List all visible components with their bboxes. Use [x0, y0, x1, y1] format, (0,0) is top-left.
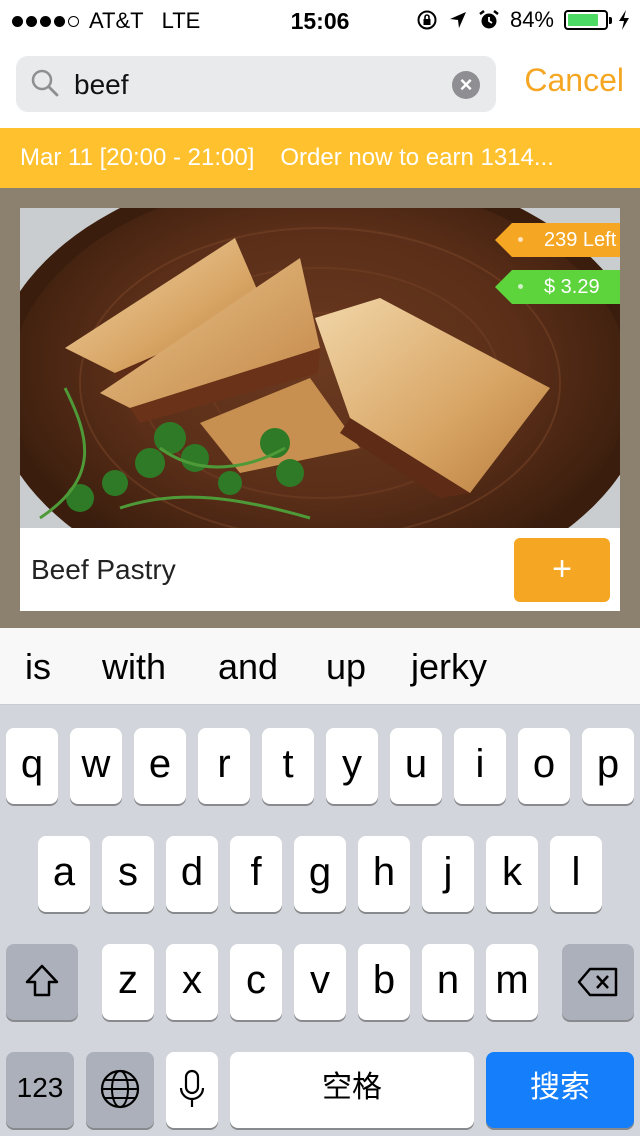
status-bar: AT&T LTE 15:06 84%: [0, 0, 640, 40]
battery-icon: [564, 10, 612, 30]
clear-search-icon[interactable]: ×: [452, 71, 480, 99]
results-area: 239 Left $ 3.29 Beef Pastry +: [0, 188, 640, 628]
key-o[interactable]: o: [518, 728, 570, 804]
product-photo: 239 Left $ 3.29: [20, 208, 620, 528]
search-query-text: beef: [74, 69, 129, 100]
key-y[interactable]: y: [326, 728, 378, 804]
key-k[interactable]: k: [486, 836, 538, 912]
numbers-key[interactable]: 123: [6, 1052, 74, 1128]
suggestion-item[interactable]: up: [326, 646, 366, 688]
key-p[interactable]: p: [582, 728, 634, 804]
key-x[interactable]: x: [166, 944, 218, 1020]
suggestion-item[interactable]: jerky: [411, 646, 487, 688]
key-s[interactable]: s: [102, 836, 154, 912]
key-l[interactable]: l: [550, 836, 602, 912]
key-a[interactable]: a: [38, 836, 90, 912]
search-key[interactable]: 搜索: [486, 1052, 634, 1128]
key-m[interactable]: m: [486, 944, 538, 1020]
key-i[interactable]: i: [454, 728, 506, 804]
key-w[interactable]: w: [70, 728, 122, 804]
product-card[interactable]: 239 Left $ 3.29 Beef Pastry +: [20, 208, 620, 611]
key-c[interactable]: c: [230, 944, 282, 1020]
backspace-key[interactable]: [562, 944, 634, 1020]
key-f[interactable]: f: [230, 836, 282, 912]
search-icon: [31, 69, 59, 97]
battery-percent: 84%: [509, 7, 554, 32]
rotation-lock-icon: [417, 10, 437, 30]
cancel-button[interactable]: Cancel: [524, 62, 624, 99]
search-input[interactable]: beef ×: [16, 56, 496, 112]
add-to-cart-button[interactable]: +: [514, 538, 610, 602]
key-q[interactable]: q: [6, 728, 58, 804]
search-header: beef × Cancel: [0, 40, 640, 128]
keyboard-suggestions: is with and up jerky: [0, 628, 640, 705]
key-b[interactable]: b: [358, 944, 410, 1020]
key-r[interactable]: r: [198, 728, 250, 804]
key-h[interactable]: h: [358, 836, 410, 912]
key-u[interactable]: u: [390, 728, 442, 804]
promo-banner[interactable]: Mar 11 [20:00 - 21:00] Order now to earn …: [0, 128, 640, 188]
dictation-key[interactable]: [166, 1052, 218, 1128]
suggestion-item[interactable]: and: [218, 646, 278, 688]
key-g[interactable]: g: [294, 836, 346, 912]
key-j[interactable]: j: [422, 836, 474, 912]
microphone-icon: [179, 1069, 205, 1107]
key-t[interactable]: t: [262, 728, 314, 804]
space-key[interactable]: 空格: [230, 1052, 474, 1128]
promo-text: Order now to earn 1314...: [280, 144, 554, 171]
shift-key[interactable]: [6, 944, 78, 1020]
alarm-icon: [479, 10, 499, 29]
suggestion-item[interactable]: with: [102, 646, 166, 688]
stock-tag: 239 Left: [495, 223, 620, 257]
shift-arrow-icon: [25, 964, 59, 997]
key-z[interactable]: z: [102, 944, 154, 1020]
price-tag: $ 3.29: [495, 270, 620, 304]
globe-icon: [100, 1069, 140, 1109]
key-n[interactable]: n: [422, 944, 474, 1020]
location-arrow-icon: [449, 12, 466, 28]
charging-bolt-icon: [619, 10, 629, 30]
key-v[interactable]: v: [294, 944, 346, 1020]
key-d[interactable]: d: [166, 836, 218, 912]
delivery-slot: Mar 11 [20:00 - 21:00]: [20, 144, 255, 171]
product-name: Beef Pastry: [31, 554, 176, 585]
keyboard: q w e r t y u i o p a s d f g h j k l z …: [0, 705, 640, 1136]
suggestion-item[interactable]: is: [25, 646, 51, 688]
backspace-icon: [577, 967, 618, 997]
key-e[interactable]: e: [134, 728, 186, 804]
globe-key[interactable]: [86, 1052, 154, 1128]
